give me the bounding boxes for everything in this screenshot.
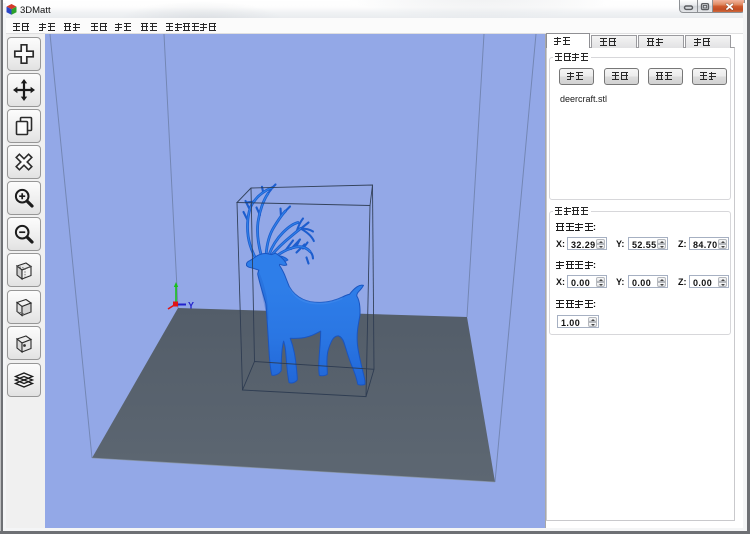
svg-text:Y: Y bbox=[188, 301, 194, 311]
